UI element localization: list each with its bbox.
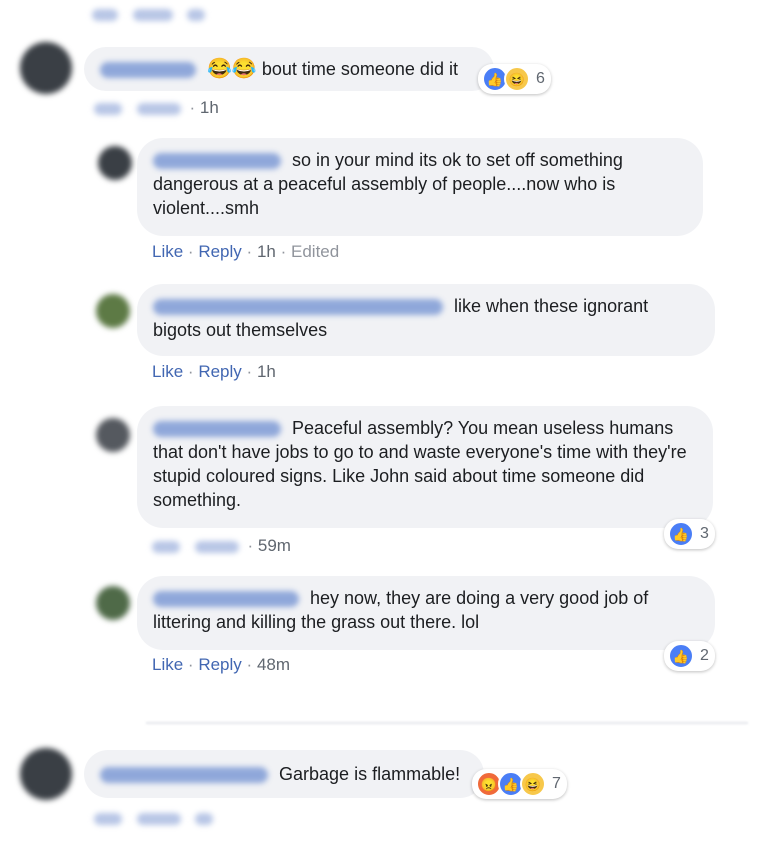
- reaction-count: 3: [700, 525, 709, 542]
- separator: ·: [189, 98, 196, 117]
- reaction-summary[interactable]: 😠 👍 😆 7: [472, 769, 567, 799]
- thread-divider: [146, 722, 748, 724]
- like-link[interactable]: Like: [152, 242, 183, 261]
- replier-name[interactable]: [153, 421, 281, 438]
- reply-bubble: hey now, they are doing a very good job …: [137, 576, 715, 650]
- reply-avatar[interactable]: [96, 418, 130, 452]
- comment-text: bout time someone did it: [261, 59, 458, 79]
- separator: ·: [280, 242, 287, 261]
- reply-actions: Like · Reply · 1h · Edited: [152, 242, 339, 262]
- reply-time[interactable]: 48m: [257, 655, 290, 674]
- reply-time[interactable]: 1h: [257, 242, 276, 261]
- reply-actions: Like · Reply · 1h: [152, 362, 276, 382]
- commenter-name[interactable]: [100, 767, 268, 784]
- comment-actions: [94, 808, 214, 828]
- separator: ·: [246, 362, 253, 381]
- reaction-count: 2: [700, 647, 709, 664]
- comment-avatar[interactable]: [20, 748, 72, 800]
- reaction-count: 7: [552, 775, 561, 792]
- reply-avatar[interactable]: [98, 146, 132, 180]
- reply-avatar[interactable]: [96, 586, 130, 620]
- separator: ·: [187, 242, 194, 261]
- reaction-count: 6: [536, 70, 545, 87]
- thumbs-up-icon: 👍: [668, 643, 694, 669]
- thumbs-up-icon: 👍: [668, 521, 694, 547]
- reply-link[interactable]: Reply: [198, 242, 241, 261]
- reply-avatar[interactable]: [96, 294, 130, 328]
- emoji-laughing: 😂😂: [207, 58, 257, 80]
- comment-bubble: Garbage is flammable!: [84, 750, 484, 798]
- separator: ·: [246, 242, 253, 261]
- reply-bubble: so in your mind its ok to set off someth…: [137, 138, 703, 236]
- replier-name[interactable]: [153, 153, 281, 170]
- reply-link[interactable]: Reply: [198, 362, 241, 381]
- like-link[interactable]: Like: [152, 655, 183, 674]
- comment-avatar[interactable]: [20, 42, 72, 94]
- comment-text: Garbage is flammable!: [279, 764, 461, 784]
- replier-name[interactable]: [153, 591, 299, 608]
- reaction-summary[interactable]: 👍 2: [664, 641, 715, 671]
- reply-bubble: like when these ignorant bigots out them…: [137, 284, 715, 356]
- comment-time[interactable]: 1h: [200, 98, 219, 117]
- separator: ·: [247, 536, 254, 555]
- reply-actions: · 59m: [152, 536, 291, 556]
- separator: ·: [246, 655, 253, 674]
- edited-label[interactable]: Edited: [291, 242, 339, 261]
- reaction-summary[interactable]: 👍 3: [664, 519, 715, 549]
- like-link[interactable]: Like: [152, 362, 183, 381]
- reply-link[interactable]: Reply: [198, 655, 241, 674]
- laughing-face-icon: 😆: [504, 66, 530, 92]
- reply-actions: Like · Reply · 48m: [152, 655, 290, 675]
- laughing-face-icon: 😆: [520, 771, 546, 797]
- separator: ·: [187, 362, 194, 381]
- comment-bubble: 😂😂 bout time someone did it: [84, 47, 494, 91]
- previous-comment-actions: [92, 4, 206, 24]
- reply-time[interactable]: 59m: [258, 536, 291, 555]
- reaction-summary[interactable]: 👍 😆 6: [478, 64, 551, 94]
- comment-actions: · 1h: [94, 98, 219, 118]
- reply-time[interactable]: 1h: [257, 362, 276, 381]
- commenter-name[interactable]: [100, 62, 196, 79]
- replier-name[interactable]: [153, 299, 443, 316]
- separator: ·: [187, 655, 194, 674]
- reply-bubble: Peaceful assembly? You mean useless huma…: [137, 406, 713, 528]
